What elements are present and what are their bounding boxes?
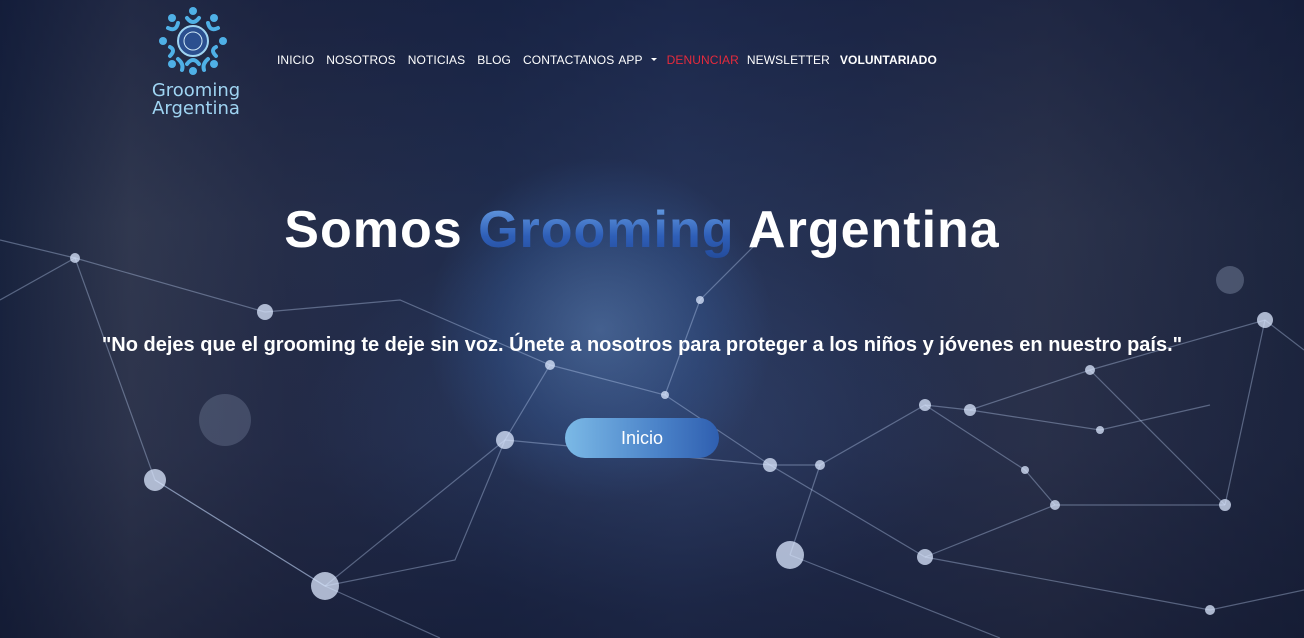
headline-part2: Argentina bbox=[748, 201, 1000, 259]
nav-item-app[interactable]: APP bbox=[618, 53, 657, 67]
nav-item-inicio[interactable]: INICIO bbox=[277, 53, 314, 67]
nav-item-voluntariado[interactable]: VOLUNTARIADO bbox=[840, 53, 937, 67]
nav-item-newsletter[interactable]: NEWSLETTER bbox=[747, 53, 830, 67]
children-circle-globe-icon bbox=[159, 7, 227, 75]
headline-part1: Somos bbox=[284, 201, 463, 259]
main-navigation: INICIO NOSOTROS NOTICIAS BLOG CONTACTANO… bbox=[277, 51, 949, 69]
nav-item-contactanos[interactable]: CONTACTANOS bbox=[523, 53, 614, 67]
hero-tagline: "No dejes que el grooming te deje sin vo… bbox=[101, 334, 1183, 356]
page-title: Somos Grooming Argentina bbox=[0, 200, 1284, 260]
nav-item-nosotros[interactable]: NOSOTROS bbox=[326, 53, 395, 67]
nav-item-noticias[interactable]: NOTICIAS bbox=[408, 53, 465, 67]
site-logo[interactable]: Grooming Argentina bbox=[150, 6, 242, 119]
logo-text-line2: Argentina bbox=[152, 98, 240, 119]
headline-accent: Grooming bbox=[478, 201, 735, 259]
inicio-button[interactable]: Inicio bbox=[565, 418, 719, 458]
chevron-down-icon bbox=[650, 58, 657, 62]
nav-item-denunciar[interactable]: DENUNCIAR bbox=[667, 53, 739, 67]
nav-item-blog[interactable]: BLOG bbox=[477, 53, 511, 67]
nav-item-app-label: APP bbox=[618, 53, 643, 67]
